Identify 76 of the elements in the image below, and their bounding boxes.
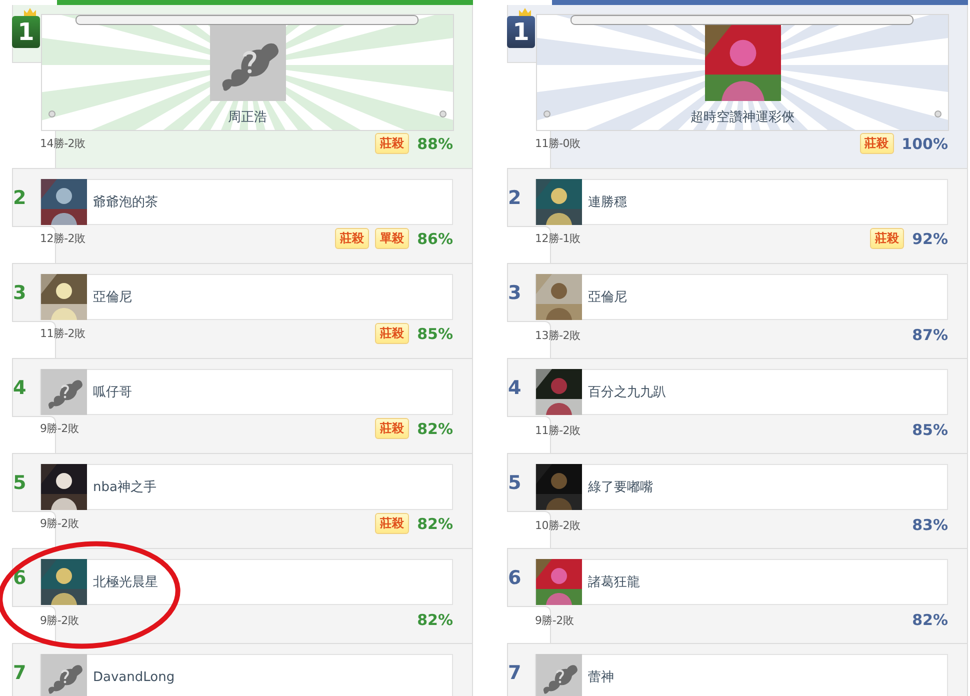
rank-number: 5	[13, 472, 26, 494]
win-loss-record: 12勝-1敗	[535, 231, 580, 246]
win-loss-record: 10勝-2敗	[535, 518, 580, 532]
player-name[interactable]: 百分之九九趴	[588, 383, 666, 401]
win-loss-record: 13勝-2敗	[535, 328, 580, 342]
win-loss-record: 11勝-0敗	[535, 136, 580, 151]
win-loss-record: 9勝-2敗	[535, 612, 574, 628]
player-card[interactable]: 綠了要嘟嘴	[535, 464, 948, 510]
player-card[interactable]: nba神之手	[40, 464, 453, 510]
rank-badge: 1	[12, 16, 40, 48]
win-loss-record: 9勝-2敗	[40, 612, 78, 628]
player-card[interactable]: 亞倫尼	[535, 274, 948, 320]
kill-tag: 單殺	[375, 228, 410, 249]
rank-badge: 1	[507, 16, 535, 48]
unknown-user-icon	[210, 25, 286, 101]
rank-number: 2	[13, 187, 26, 209]
win-percentage: 82%	[912, 611, 948, 629]
kill-tag: 莊殺	[375, 323, 410, 344]
win-loss-record: 14勝-2敗	[40, 136, 86, 151]
kill-tag: 莊殺	[375, 418, 410, 439]
win-percentage: 88%	[417, 134, 453, 152]
win-percentage: 85%	[912, 421, 948, 439]
win-percentage: 85%	[417, 324, 453, 342]
kill-tag: 莊殺	[375, 133, 410, 154]
win-percentage: 82%	[417, 514, 453, 532]
player-name[interactable]: 蕾神	[588, 668, 614, 686]
rank-number: 4	[13, 377, 26, 399]
rank-number: 3	[508, 282, 522, 304]
player-name[interactable]: nba神之手	[93, 478, 156, 496]
crown-icon	[518, 7, 532, 17]
kill-tag: 莊殺	[870, 228, 904, 249]
crown-icon	[23, 7, 37, 17]
win-percentage: 87%	[912, 326, 948, 344]
player-card[interactable]: 百分之九九趴	[535, 369, 948, 415]
win-loss-record: 9勝-2敗	[40, 516, 78, 531]
kill-tag: 莊殺	[375, 513, 410, 534]
leader-name[interactable]: 周正浩	[42, 108, 453, 126]
rank-number: 6	[508, 567, 522, 589]
player-card[interactable]: 連勝穩	[535, 179, 948, 225]
win-percentage: 86%	[417, 230, 453, 248]
player-card[interactable]: 爺爺泡的茶	[40, 179, 453, 225]
player-card[interactable]: 北極光晨星	[40, 559, 453, 605]
win-loss-record: 11勝-2敗	[40, 326, 86, 341]
win-loss-record: 9勝-2敗	[40, 421, 78, 436]
player-card[interactable]: 諸葛狂龍	[535, 559, 948, 605]
player-name[interactable]: 爺爺泡的茶	[93, 193, 158, 211]
player-name[interactable]: 亞倫尼	[588, 288, 627, 306]
player-card[interactable]: 蕾神	[535, 654, 948, 696]
player-name[interactable]: DavandLong	[93, 670, 175, 684]
rank-number: 5	[508, 472, 522, 494]
player-name[interactable]: 亞倫尼	[93, 288, 132, 306]
player-name[interactable]: 呱仔哥	[93, 383, 132, 401]
leader-name[interactable]: 超時空讚神運彩俠	[537, 108, 948, 126]
rank-number: 3	[13, 282, 26, 304]
win-loss-record: 12勝-2敗	[40, 231, 86, 246]
rank-number: 7	[13, 662, 26, 684]
rank-number: 6	[13, 567, 26, 589]
player-name[interactable]: 綠了要嘟嘴	[588, 478, 653, 496]
player-card[interactable]: 呱仔哥	[40, 369, 453, 415]
player-name[interactable]: 連勝穩	[588, 193, 627, 211]
player-name[interactable]: 北極光晨星	[93, 573, 158, 591]
win-percentage: 82%	[417, 420, 453, 438]
win-percentage: 83%	[912, 516, 948, 534]
unknown-user-icon	[41, 369, 87, 415]
win-percentage: 82%	[417, 611, 453, 629]
player-card[interactable]: DavandLong	[40, 654, 453, 696]
kill-tag: 莊殺	[860, 133, 894, 154]
player-card[interactable]: 亞倫尼	[40, 274, 453, 320]
rank-number: 2	[508, 187, 522, 209]
win-loss-record: 11勝-2敗	[535, 422, 580, 438]
rank-number: 4	[508, 377, 522, 399]
win-percentage: 100%	[902, 134, 948, 152]
kill-tag: 莊殺	[335, 228, 370, 249]
player-name[interactable]: 諸葛狂龍	[588, 573, 640, 591]
rank-number: 7	[508, 662, 522, 684]
win-percentage: 92%	[912, 230, 948, 248]
